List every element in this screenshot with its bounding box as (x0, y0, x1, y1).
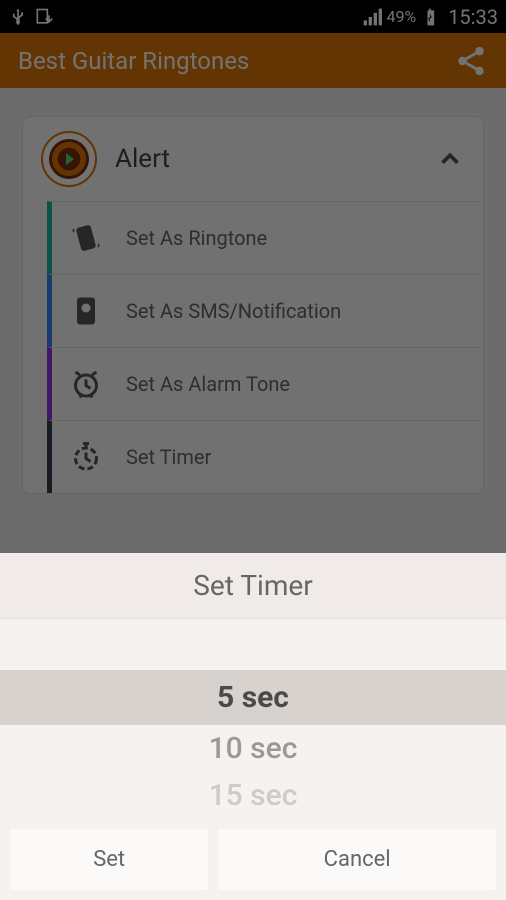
set-button[interactable]: Set (10, 829, 208, 890)
picker-option[interactable]: 15 sec (0, 772, 506, 819)
cancel-button[interactable]: Cancel (218, 829, 496, 890)
dialog-actions: Set Cancel (0, 819, 506, 900)
picker-option-selected[interactable]: 5 sec (0, 670, 506, 725)
timer-picker[interactable]: 5 sec 10 sec 15 sec (0, 619, 506, 819)
dialog-title: Set Timer (0, 553, 506, 619)
picker-option[interactable]: 10 sec (0, 725, 506, 772)
set-timer-dialog: Set Timer 5 sec 10 sec 15 sec Set Cancel (0, 553, 506, 900)
